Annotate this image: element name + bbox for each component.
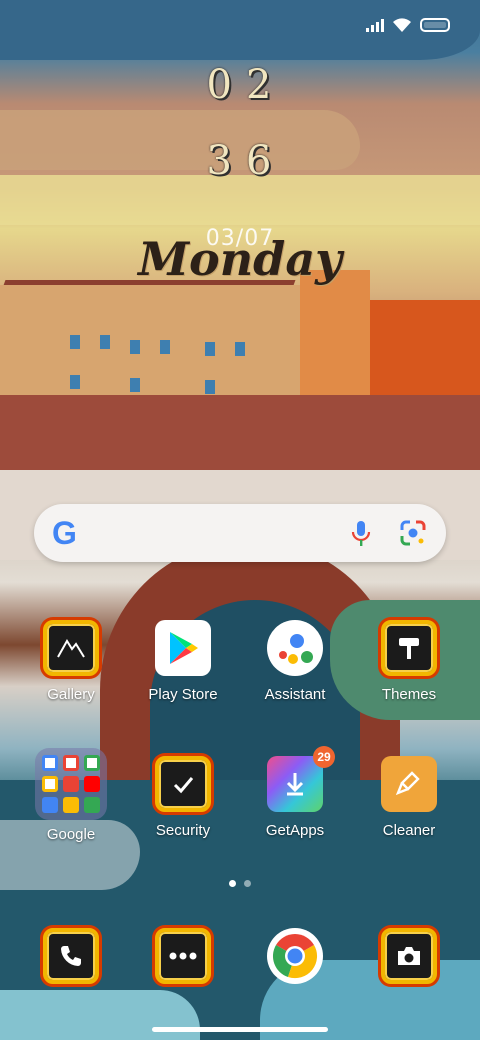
app-themes[interactable]: Themes: [354, 620, 464, 703]
app-label: Assistant: [264, 686, 326, 703]
phone-icon: [43, 928, 99, 984]
play-store-icon: [155, 620, 211, 676]
gallery-icon: [43, 620, 99, 676]
google-logo-icon: G: [52, 515, 77, 551]
dock-phone[interactable]: [16, 928, 126, 984]
themes-icon: [381, 620, 437, 676]
app-label: Google: [46, 826, 96, 843]
page-indicator: [0, 880, 480, 887]
app-assistant[interactable]: Assistant: [240, 620, 350, 703]
google-folder-icon: [35, 748, 107, 820]
security-icon: [155, 756, 211, 812]
app-label: GetApps: [265, 822, 325, 839]
app-cleaner[interactable]: Cleaner: [354, 756, 464, 839]
google-search-bar[interactable]: G: [34, 504, 446, 562]
messages-icon: [155, 928, 211, 984]
notification-badge: 29: [313, 746, 335, 768]
dock-messages[interactable]: [128, 928, 238, 984]
app-label: Cleaner: [382, 822, 436, 839]
folder-google[interactable]: Google: [16, 748, 126, 843]
chrome-icon: [267, 928, 323, 984]
clock-minutes[interactable]: 36: [6, 138, 480, 184]
clock-hours[interactable]: 02: [6, 62, 480, 108]
mic-icon[interactable]: [346, 518, 376, 548]
page-dot[interactable]: [229, 880, 236, 887]
clock-day: Monday: [138, 232, 342, 286]
app-play-store[interactable]: Play Store: [128, 620, 238, 703]
app-label: Play Store: [148, 686, 218, 703]
status-bar: [366, 14, 450, 36]
page-dot[interactable]: [244, 880, 251, 887]
app-label: Gallery: [47, 686, 95, 703]
app-gallery[interactable]: Gallery: [16, 620, 126, 703]
assistant-icon: [267, 620, 323, 676]
app-label: Themes: [381, 686, 437, 703]
battery-icon: [420, 18, 450, 32]
getapps-icon: 29: [267, 746, 335, 812]
dock-chrome[interactable]: [240, 928, 350, 984]
cleaner-icon: [381, 756, 437, 812]
app-getapps[interactable]: 29 GetApps: [240, 746, 350, 839]
wifi-icon: [393, 18, 411, 32]
lens-icon[interactable]: [398, 518, 428, 548]
app-label: Security: [155, 822, 211, 839]
home-gesture-bar[interactable]: [152, 1027, 328, 1032]
camera-icon: [381, 928, 437, 984]
dock-camera[interactable]: [354, 928, 464, 984]
signal-icon: [366, 18, 384, 32]
app-security[interactable]: Security: [128, 756, 238, 839]
